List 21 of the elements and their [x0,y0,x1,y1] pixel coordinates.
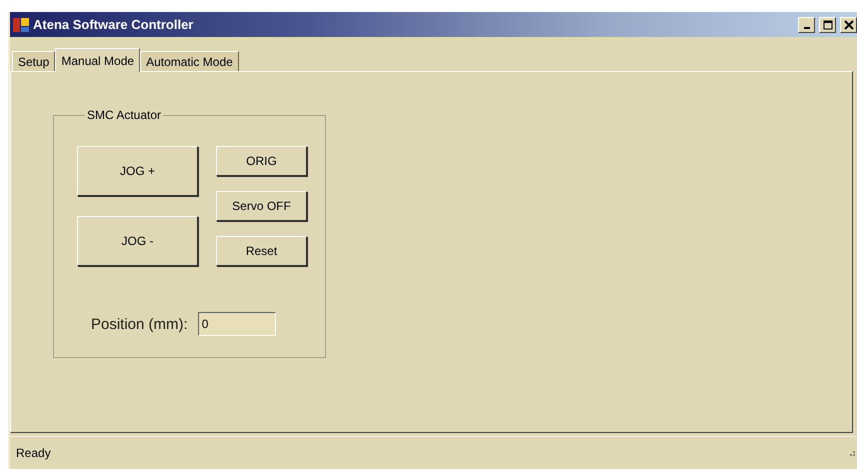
position-label: Position (mm): [91,316,188,332]
tab[interactable]: Manual Mode [55,48,140,72]
close-icon [844,20,854,30]
group-title: SMC Actuator [86,108,162,122]
window-title: Atena Software Controller [33,17,194,32]
action-button[interactable]: Reset [216,236,307,266]
action-button[interactable]: ORIG [216,146,307,176]
jog-button[interactable]: JOG + [77,146,198,196]
app-icon [13,16,29,32]
status-text: Ready [16,446,51,460]
resize-grip-icon [847,449,855,457]
maximize-icon [822,20,832,30]
minimize-icon [804,26,810,28]
close-button[interactable] [840,16,857,32]
tab[interactable]: Setup [12,51,56,71]
maximize-button[interactable] [819,16,836,32]
tab[interactable]: Automatic Mode [140,51,239,71]
minimize-button[interactable] [798,16,815,32]
position-field[interactable]: 0 [198,312,276,336]
action-button[interactable]: Servo OFF [216,191,307,221]
jog-button[interactable]: JOG - [77,216,198,266]
